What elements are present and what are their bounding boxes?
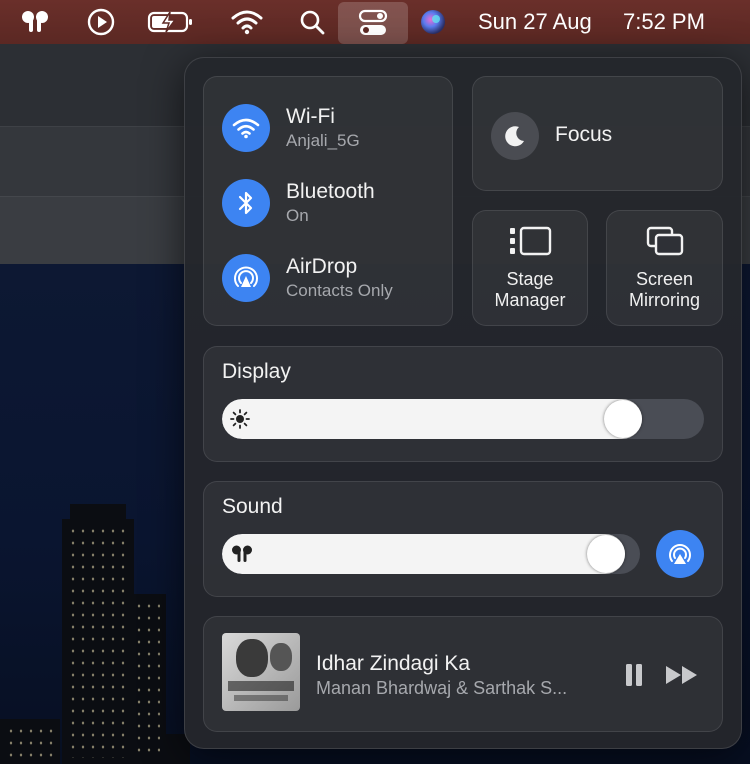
stage-manager-button[interactable]: Stage Manager xyxy=(472,210,588,326)
brightness-slider[interactable] xyxy=(222,399,704,439)
wifi-toggle[interactable]: Wi-Fi Anjali_5G xyxy=(222,103,360,153)
menu-bar: Sun 27 Aug 7:52 PM xyxy=(0,0,750,44)
wifi-title: Wi-Fi xyxy=(286,105,335,128)
bluetooth-status: On xyxy=(286,206,309,225)
volume-slider-knob[interactable] xyxy=(587,535,625,573)
next-track-button[interactable] xyxy=(664,661,700,689)
pause-button[interactable] xyxy=(620,661,648,689)
display-tile: Display xyxy=(203,346,723,462)
focus-label: Focus xyxy=(555,123,613,146)
airdrop-status: Contacts Only xyxy=(286,281,393,300)
siri-icon[interactable] xyxy=(418,8,448,36)
connectivity-tile: Wi-Fi Anjali_5G Bluetooth On AirDrop Con… xyxy=(203,76,453,326)
brightness-slider-fill xyxy=(222,399,642,439)
airplay-audio-button[interactable] xyxy=(656,530,704,578)
display-title: Display xyxy=(222,360,291,383)
focus-tile[interactable]: Focus xyxy=(472,76,723,191)
sound-tile: Sound xyxy=(203,481,723,597)
wifi-network-name: Anjali_5G xyxy=(286,131,360,150)
menubar-time[interactable]: 7:52 PM xyxy=(623,8,705,36)
airdrop-title: AirDrop xyxy=(286,255,358,278)
battery-charging-icon[interactable] xyxy=(146,8,196,36)
screen-mirroring-label-line2: Mirroring xyxy=(628,290,700,310)
airdrop-icon[interactable] xyxy=(222,254,270,302)
bluetooth-title: Bluetooth xyxy=(286,180,375,203)
wallpaper-building xyxy=(62,519,134,764)
wallpaper-building xyxy=(0,719,60,764)
airdrop-toggle[interactable]: AirDrop Contacts Only xyxy=(222,253,393,303)
control-center-panel: Wi-Fi Anjali_5G Bluetooth On AirDrop Con… xyxy=(184,57,742,749)
menubar-date[interactable]: Sun 27 Aug xyxy=(478,8,592,36)
stage-manager-icon xyxy=(510,226,552,256)
album-artwork[interactable] xyxy=(222,633,300,711)
search-icon[interactable] xyxy=(298,8,326,36)
stage-manager-label-line2: Manager xyxy=(494,290,566,310)
airplay-audio-icon xyxy=(669,544,691,564)
brightness-slider-knob[interactable] xyxy=(604,400,642,438)
bluetooth-icon[interactable] xyxy=(222,179,270,227)
airpods-icon[interactable] xyxy=(18,8,52,36)
volume-slider-fill xyxy=(222,534,625,574)
airpods-icon xyxy=(230,544,254,569)
screen-mirroring-label-line1: Screen xyxy=(635,269,694,289)
sound-title: Sound xyxy=(222,495,283,518)
sun-icon xyxy=(230,409,250,434)
screen-mirroring-button[interactable]: Screen Mirroring xyxy=(606,210,723,326)
moon-icon xyxy=(491,112,539,160)
fast-forward-icon xyxy=(666,666,697,684)
volume-slider[interactable] xyxy=(222,534,640,574)
bluetooth-toggle[interactable]: Bluetooth On xyxy=(222,178,375,228)
now-playing-tile: Idhar Zindagi Ka Manan Bhardwaj & Sartha… xyxy=(203,616,723,732)
stage-manager-label-line1: Stage xyxy=(506,269,554,289)
now-playing-artist: Manan Bhardwaj & Sarthak S... xyxy=(316,678,568,698)
screen-mirroring-icon xyxy=(646,226,683,256)
control-center-icon[interactable] xyxy=(338,2,408,44)
wifi-icon[interactable] xyxy=(222,104,270,152)
wallpaper-building xyxy=(70,504,126,524)
wifi-icon[interactable] xyxy=(230,8,264,36)
play-icon[interactable] xyxy=(86,8,116,36)
pause-icon xyxy=(626,664,642,686)
now-playing-title: Idhar Zindagi Ka xyxy=(316,652,471,675)
